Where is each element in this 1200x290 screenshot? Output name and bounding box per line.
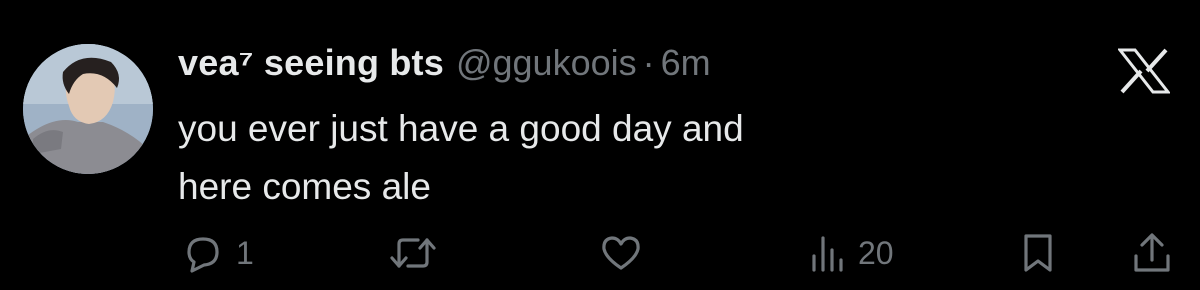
separator-dot: · bbox=[642, 42, 655, 83]
tweet-text-line: here comes ale bbox=[178, 166, 431, 207]
share-upload-icon bbox=[1134, 233, 1170, 272]
action-bar: 1 20 bbox=[0, 228, 1200, 278]
tweet-header: vea⁷ seeing bts @ggukoois · 6m bbox=[178, 42, 711, 88]
x-logo-icon bbox=[1118, 48, 1170, 94]
tweet-text: you ever just have a good day and here c… bbox=[178, 100, 938, 216]
bookmark-button[interactable] bbox=[1018, 228, 1058, 278]
user-handle[interactable]: @ggukoois bbox=[456, 42, 637, 84]
repost-arrows-icon bbox=[390, 238, 436, 268]
views-count: 20 bbox=[858, 234, 894, 271]
heart-icon bbox=[602, 236, 640, 270]
timestamp[interactable]: 6m bbox=[661, 42, 711, 84]
avatar[interactable] bbox=[23, 44, 153, 174]
bar-chart-icon bbox=[812, 236, 843, 272]
reply-count: 1 bbox=[236, 234, 254, 271]
like-button[interactable] bbox=[598, 228, 644, 278]
views-button[interactable]: 20 bbox=[808, 228, 894, 278]
tweet-text-line: you ever just have a good day and bbox=[178, 108, 744, 149]
repost-button[interactable] bbox=[388, 228, 438, 278]
share-button[interactable] bbox=[1130, 228, 1174, 278]
reply-button[interactable]: 1 bbox=[180, 228, 254, 278]
avatar-image bbox=[23, 44, 153, 174]
tweet-card: vea⁷ seeing bts @ggukoois · 6m you ever … bbox=[0, 0, 1200, 290]
speech-bubble-icon bbox=[187, 237, 219, 273]
display-name[interactable]: vea⁷ seeing bts bbox=[178, 42, 444, 84]
bookmark-icon bbox=[1024, 234, 1052, 272]
